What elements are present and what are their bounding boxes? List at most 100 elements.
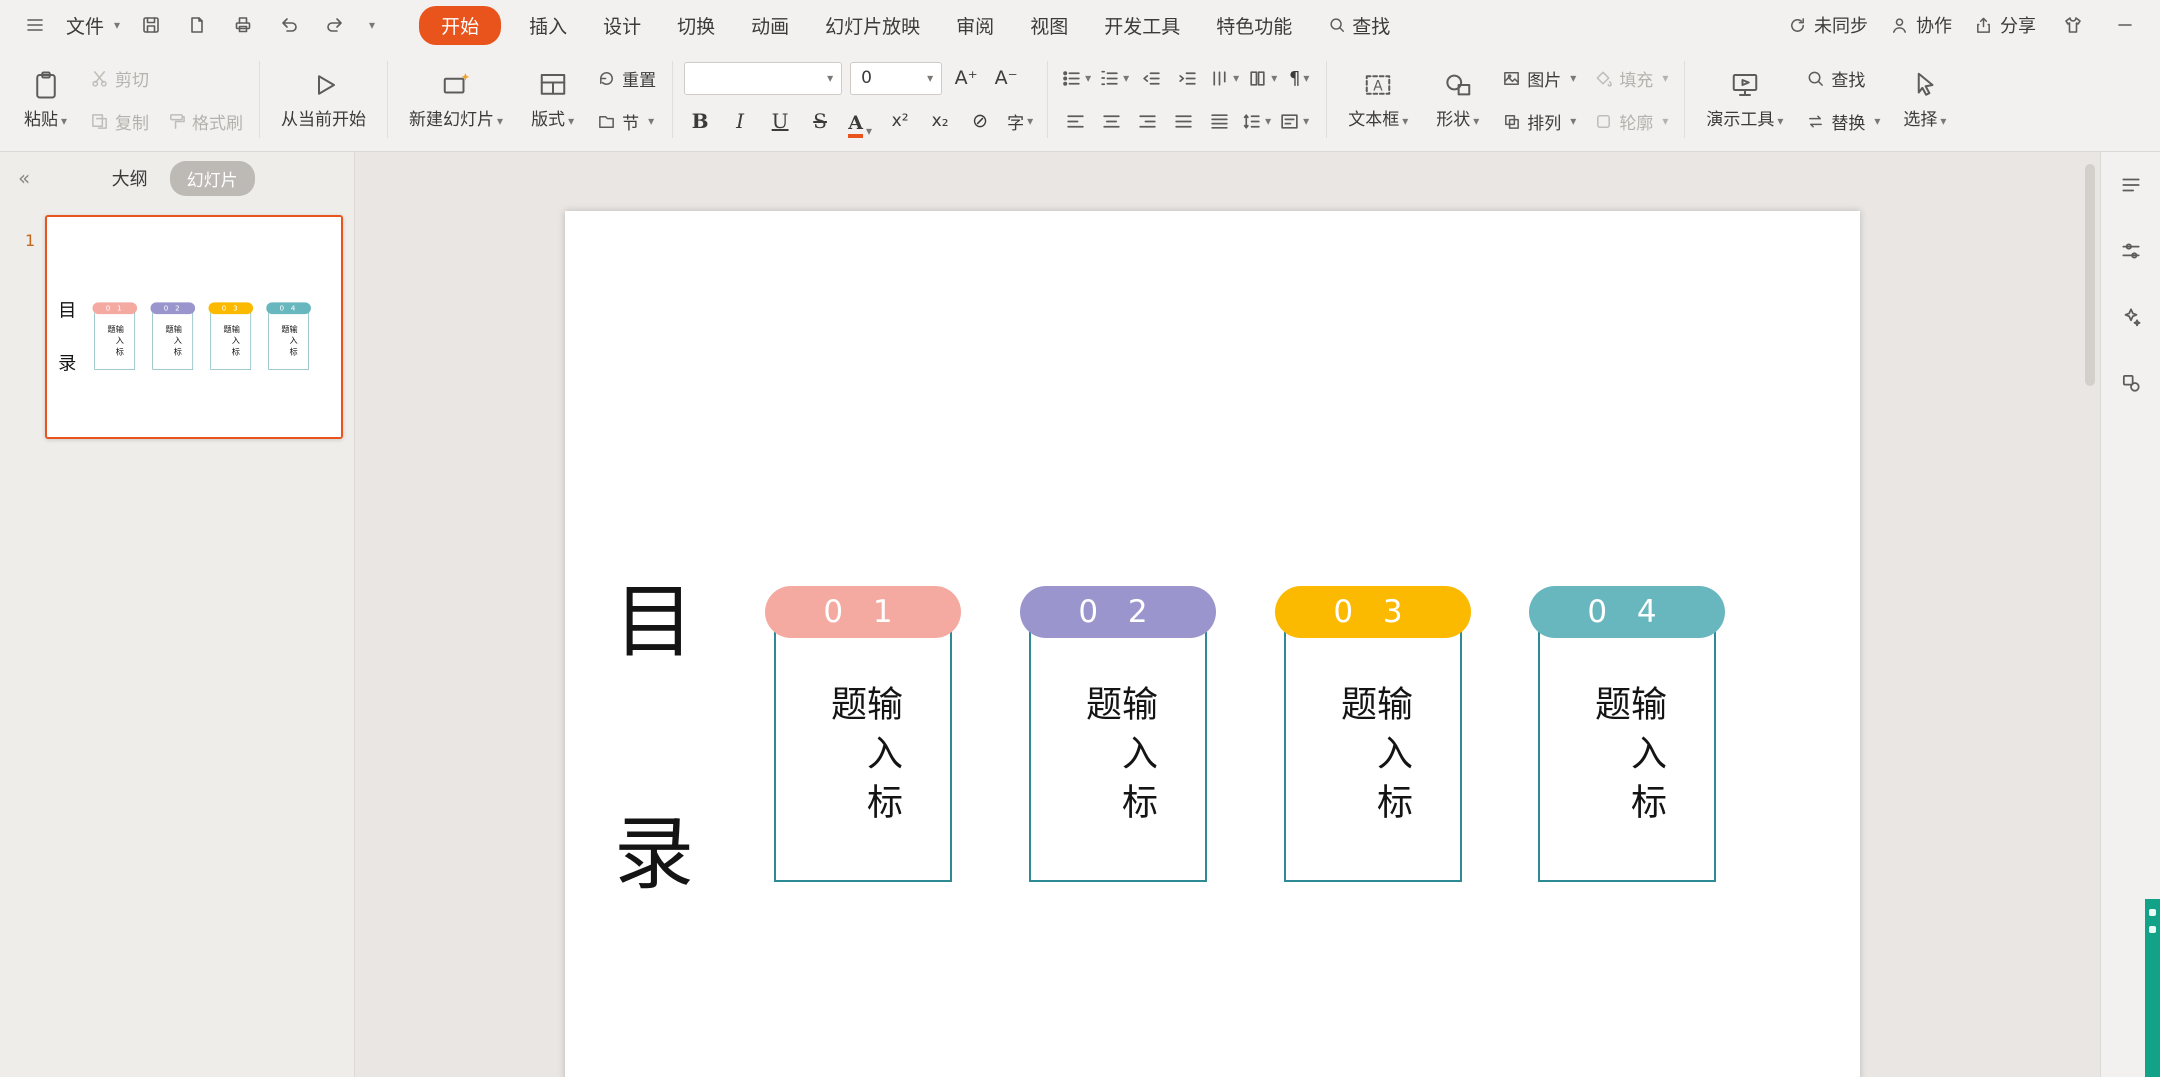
shrink-font-button[interactable]: A⁻ [990, 61, 1022, 95]
paragraph-mark-button[interactable]: ¶ ▾ [1283, 61, 1315, 95]
layout-button[interactable]: 版式 ▾ [521, 55, 584, 144]
copy-button[interactable]: 复制 [85, 106, 154, 137]
arrange-button[interactable]: 排列 ▾ [1497, 106, 1581, 137]
underline-button[interactable]: U [764, 104, 796, 138]
superscript-button[interactable]: x² [884, 104, 916, 138]
tab-view[interactable]: 视图 [1022, 6, 1076, 45]
tab-developer[interactable]: 开发工具 [1096, 6, 1188, 45]
grow-font-button[interactable]: A⁺ [950, 61, 982, 95]
toc-card-1[interactable]: 输入标题 0 1 [765, 586, 961, 882]
mini-slide-content: 目录 输入标题 0 1 输入标题 0 2 输入标题 0 3 输入标题 0 4 [47, 217, 341, 437]
smart-assistant-icon[interactable] [2114, 300, 2148, 334]
assistant-strip[interactable] [2145, 899, 2160, 1077]
user-icon [1893, 17, 1906, 33]
collaborate-button[interactable]: 协作 [1890, 12, 1952, 38]
file-menu[interactable]: 文件 ▾ [66, 12, 120, 39]
undo-icon[interactable] [274, 10, 304, 40]
slide-toc-title[interactable]: 目录 [601, 579, 694, 1043]
font-color-button[interactable]: A ▾ [844, 104, 876, 138]
increase-indent-button[interactable] [1171, 61, 1203, 95]
redo-icon[interactable] [320, 10, 350, 40]
toc-card-3[interactable]: 输入标题 0 3 [1275, 586, 1471, 882]
font-size-combo[interactable]: ▾ [850, 61, 943, 95]
play-from-current-button[interactable]: 从当前开始 [271, 55, 376, 144]
divider [672, 61, 674, 138]
italic-button[interactable]: I [724, 104, 756, 138]
align-right-icon [1138, 114, 1156, 128]
char-effect-button[interactable]: 字 ▾ [1004, 104, 1036, 138]
menubar: 文件 ▾ ▾ 开始 插入 设计 切换 动画 幻灯片放映 审阅 视图 开发工具 特… [0, 0, 2160, 50]
chevron-down-icon[interactable]: ▾ [827, 71, 833, 85]
vertical-scrollbar[interactable] [2085, 164, 2097, 1065]
strikethrough-button[interactable]: S [804, 104, 836, 138]
replace-button[interactable]: 替换 ▾ [1801, 106, 1885, 137]
slide-editor[interactable]: 目录 输入标题 0 1 输入标题 0 2 输入标题 0 3 输入标题 0 4 [565, 211, 1860, 1077]
paste-button[interactable]: 粘贴 ▾ [14, 55, 77, 144]
save-icon[interactable] [136, 10, 166, 40]
toc-card-4[interactable]: 输入标题 0 4 [1529, 586, 1725, 882]
toc-card-2-number: 0 2 [1020, 586, 1216, 638]
tab-animation[interactable]: 动画 [743, 6, 797, 45]
tab-find[interactable]: 查找 [1320, 6, 1398, 45]
objects-icon[interactable] [2114, 366, 2148, 400]
columns-button[interactable]: ▾ [1245, 61, 1279, 95]
cut-button[interactable]: 剪切 [85, 63, 154, 94]
section-button[interactable]: 节 ▾ [592, 106, 659, 137]
export-icon[interactable] [182, 10, 212, 40]
toc-card-4-number: 0 4 [1529, 586, 1725, 638]
numbered-list-button[interactable]: ▾ [1097, 61, 1131, 95]
tab-home[interactable]: 开始 [419, 5, 502, 45]
font-size-input[interactable] [859, 67, 925, 89]
justify-button[interactable] [1167, 104, 1199, 138]
font-name-input[interactable] [693, 67, 825, 89]
align-right-button[interactable] [1131, 104, 1163, 138]
outline-button[interactable]: 轮廓 ▾ [1589, 106, 1673, 137]
tab-slideshow[interactable]: 幻灯片放映 [817, 6, 928, 45]
picture-button[interactable]: 图片 ▾ [1497, 63, 1581, 94]
bold-button[interactable]: B [684, 104, 716, 138]
tab-outline[interactable]: 大纲 [112, 165, 148, 191]
text-direction-button[interactable]: ▾ [1207, 61, 1241, 95]
align-center-button[interactable] [1095, 104, 1127, 138]
skin-icon[interactable] [2058, 10, 2088, 40]
share-button[interactable]: 分享 [1974, 12, 2036, 38]
tab-insert[interactable]: 插入 [521, 6, 575, 45]
find-button[interactable]: 查找 [1801, 63, 1870, 94]
present-tools-button[interactable]: 演示工具 ▾ [1696, 55, 1793, 144]
bullet-list-button[interactable]: ▾ [1059, 61, 1093, 95]
adjust-settings-icon[interactable] [2114, 234, 2148, 268]
shapes-button[interactable]: 形状 ▾ [1426, 55, 1489, 144]
sync-status[interactable]: 未同步 [1788, 12, 1868, 38]
new-slide-button[interactable]: 新建幻灯片 ▾ [399, 55, 513, 144]
font-name-combo[interactable]: ▾ [684, 61, 843, 95]
clear-format-icon[interactable]: ⊘ [964, 104, 996, 138]
properties-icon[interactable] [2114, 168, 2148, 202]
decrease-indent-button[interactable] [1135, 61, 1167, 95]
collapse-panel-icon[interactable]: « [18, 166, 30, 190]
hamburger-icon[interactable] [20, 10, 50, 40]
scrollbar-thumb[interactable] [2085, 164, 2095, 386]
slide-thumbnail[interactable]: 目录 输入标题 0 1 输入标题 0 2 输入标题 0 3 输入标题 0 4 [45, 215, 343, 439]
new-slide-icon [443, 72, 470, 93]
format-painter-button[interactable]: 格式刷 [162, 106, 248, 137]
smart-typeset-button[interactable]: ▾ [1277, 104, 1311, 138]
line-spacing-button[interactable]: ▾ [1239, 104, 1273, 138]
tab-slides[interactable]: 幻灯片 [169, 160, 255, 196]
minimize-icon[interactable] [2110, 10, 2140, 40]
tab-design[interactable]: 设计 [595, 6, 649, 45]
reset-button[interactable]: 重置 [592, 63, 661, 94]
toc-card-2[interactable]: 输入标题 0 2 [1020, 586, 1216, 882]
print-icon[interactable] [228, 10, 258, 40]
tab-transitions[interactable]: 切换 [669, 6, 723, 45]
tab-special-features[interactable]: 特色功能 [1208, 6, 1300, 45]
chevron-down-icon: ▾ [1662, 114, 1669, 128]
align-left-button[interactable] [1059, 104, 1091, 138]
chevron-down-icon[interactable]: ▾ [927, 71, 933, 85]
textbox-button[interactable]: A 文本框 ▾ [1338, 55, 1418, 144]
distribute-text-button[interactable] [1203, 104, 1235, 138]
fill-button[interactable]: 填充 ▾ [1589, 63, 1673, 94]
quick-toolbar-more-icon[interactable]: ▾ [369, 18, 375, 32]
select-button[interactable]: 选择 ▾ [1893, 55, 1956, 144]
subscript-button[interactable]: x₂ [924, 104, 956, 138]
tab-review[interactable]: 审阅 [948, 6, 1002, 45]
